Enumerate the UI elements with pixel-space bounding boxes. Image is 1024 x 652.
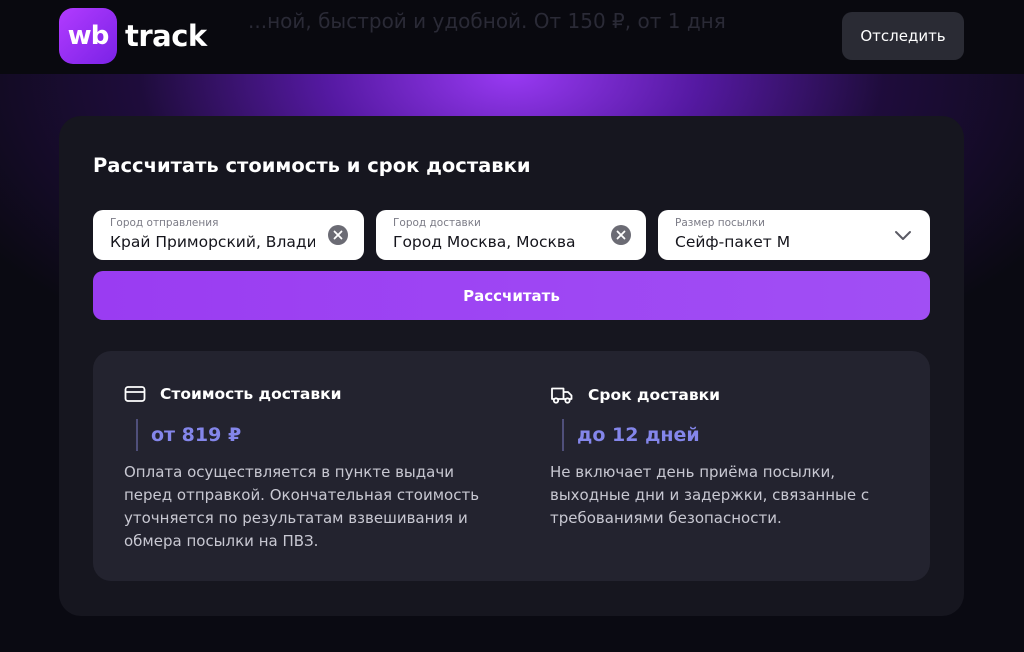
time-value: до 12 дней: [562, 419, 700, 451]
track-button[interactable]: Отследить: [842, 12, 964, 60]
parcel-size-select[interactable]: Размер посылки Сейф-пакет M: [658, 210, 930, 260]
card-icon: [124, 386, 146, 402]
origin-city-label: Город отправления: [110, 217, 219, 229]
delivery-calculator-card: Рассчитать стоимость и срок доставки Гор…: [59, 116, 964, 616]
results-panel: Стоимость доставки от 819 ₽ Оплата осуще…: [93, 351, 930, 581]
calculator-title: Рассчитать стоимость и срок доставки: [93, 154, 531, 177]
destination-city-field[interactable]: Город доставки Город Москва, Москва: [376, 210, 646, 260]
top-bar: ...ной, быстрой и удобной. От 150 ₽, от …: [0, 0, 1024, 74]
logo[interactable]: wb track: [59, 8, 207, 64]
truck-icon: [551, 387, 573, 404]
destination-city-input[interactable]: Город Москва, Москва: [393, 233, 598, 251]
logo-wordmark: track: [125, 19, 207, 53]
cost-value: от 819 ₽: [136, 419, 241, 451]
parcel-size-value: Сейф-пакет M: [675, 233, 791, 251]
time-description: Не включает день приёма посылки, выходны…: [550, 463, 870, 527]
cost-title: Стоимость доставки: [160, 385, 342, 403]
origin-city-input[interactable]: Край Приморский, Влади: [110, 233, 315, 251]
clear-icon[interactable]: [611, 225, 631, 245]
parcel-size-label: Размер посылки: [675, 217, 765, 229]
cost-description: Оплата осуществляется в пункте выдачи пе…: [124, 463, 480, 550]
calculate-button[interactable]: Рассчитать: [93, 271, 930, 320]
chevron-down-icon[interactable]: [893, 226, 913, 244]
destination-city-label: Город доставки: [393, 217, 481, 229]
logo-badge: wb: [59, 8, 117, 64]
obscured-tagline: ...ной, быстрой и удобной. От 150 ₽, от …: [248, 9, 726, 33]
cost-heading: Стоимость доставки: [124, 385, 342, 403]
origin-city-field[interactable]: Город отправления Край Приморский, Влади: [93, 210, 364, 260]
time-heading: Срок доставки: [550, 385, 720, 405]
time-title: Срок доставки: [588, 386, 721, 404]
clear-icon[interactable]: [328, 225, 348, 245]
